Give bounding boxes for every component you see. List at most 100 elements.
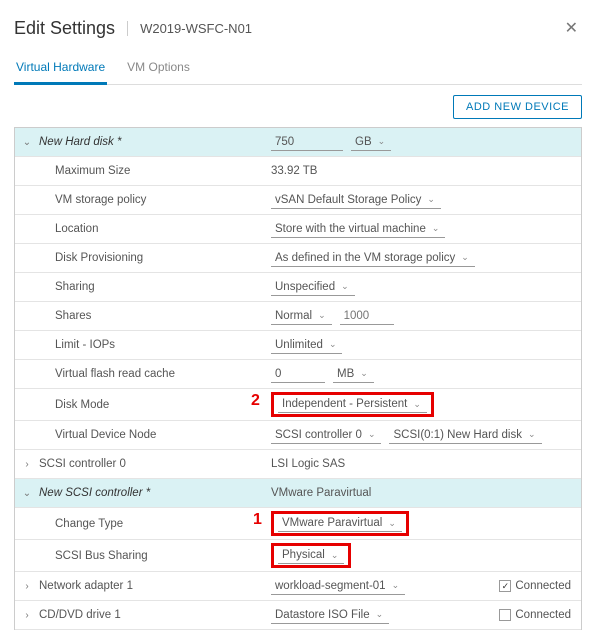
row-provisioning: Disk Provisioning As defined in the VM s… — [15, 244, 581, 273]
scsi0-label: SCSI controller 0 — [39, 458, 126, 470]
bus-sharing-label: SCSI Bus Sharing — [39, 550, 148, 562]
net1-select[interactable]: workload-segment-01 ⌄ — [271, 578, 405, 595]
chevron-down-icon[interactable]: ⌄ — [23, 137, 31, 148]
row-new-scsi-controller: ⌄ New SCSI controller * VMware Paravirtu… — [15, 479, 581, 508]
row-storage-policy: VM storage policy vSAN Default Storage P… — [15, 186, 581, 215]
location-label: Location — [39, 223, 98, 235]
row-scsi-controller-0: › SCSI controller 0 LSI Logic SAS — [15, 450, 581, 479]
change-type-select[interactable]: VMware Paravirtual ⌄ — [278, 515, 402, 532]
row-limit-iops: Limit - IOPs Unlimited⌄ — [15, 331, 581, 360]
shares-label: Shares — [39, 310, 91, 322]
tab-bar: Virtual Hardware VM Options — [14, 54, 582, 85]
cd1-select[interactable]: Datastore ISO File ⌄ — [271, 607, 389, 624]
new-scsi-label: New SCSI controller * — [39, 487, 150, 499]
tab-vm-options[interactable]: VM Options — [125, 54, 192, 84]
location-value: Store with the virtual machine — [275, 223, 426, 235]
close-icon[interactable]: ✕ — [561, 14, 582, 42]
maximum-size-label: Maximum Size — [39, 165, 130, 177]
flash-cache-input[interactable] — [271, 366, 325, 383]
row-maximum-size: Maximum Size 33.92 TB — [15, 157, 581, 186]
annotation-one: 1 — [253, 511, 262, 529]
net1-value: workload-segment-01 — [275, 580, 386, 592]
sharing-value: Unspecified — [275, 281, 335, 293]
change-type-value: VMware Paravirtual — [282, 517, 382, 529]
row-sharing: Sharing Unspecified⌄ — [15, 273, 581, 302]
disk-size-unit-select[interactable]: GB⌄ — [351, 134, 391, 151]
chevron-down-icon: ⌄ — [528, 429, 536, 440]
row-flash-cache: Virtual flash read cache MB ⌄ — [15, 360, 581, 389]
cd1-connected-label: Connected — [515, 609, 571, 621]
edit-settings-dialog: Edit Settings W2019-WSFC-N01 ✕ Virtual H… — [0, 0, 596, 636]
flash-cache-label: Virtual flash read cache — [39, 368, 175, 380]
shares-level-value: Normal — [275, 310, 312, 322]
limit-iops-label: Limit - IOPs — [39, 339, 115, 351]
header-left: Edit Settings W2019-WSFC-N01 — [14, 18, 252, 39]
vdn-controller-value: SCSI controller 0 — [275, 429, 362, 441]
storage-policy-select[interactable]: vSAN Default Storage Policy ⌄ — [271, 192, 441, 209]
location-select[interactable]: Store with the virtual machine ⌄ — [271, 221, 445, 238]
flash-cache-unit-select[interactable]: MB ⌄ — [333, 366, 374, 383]
chevron-down-icon: ⌄ — [388, 518, 396, 529]
tab-virtual-hardware[interactable]: Virtual Hardware — [14, 54, 107, 85]
storage-policy-label: VM storage policy — [39, 194, 146, 206]
row-new-hard-disk: ⌄ New Hard disk * GB⌄ — [15, 128, 581, 157]
row-shares: Shares Normal⌄ — [15, 302, 581, 331]
sharing-select[interactable]: Unspecified⌄ — [271, 279, 355, 296]
net1-label: Network adapter 1 — [39, 580, 133, 592]
new-scsi-value: VMware Paravirtual — [271, 487, 371, 499]
storage-policy-value: vSAN Default Storage Policy — [275, 194, 421, 206]
bus-sharing-value: Physical — [282, 549, 325, 561]
cd1-value: Datastore ISO File — [275, 609, 370, 621]
chevron-down-icon: ⌄ — [376, 609, 384, 620]
provisioning-label: Disk Provisioning — [39, 252, 143, 264]
cd1-connected-checkbox[interactable]: Connected — [499, 609, 571, 621]
dialog-title: Edit Settings — [14, 18, 115, 39]
row-disk-mode: Disk Mode 2 Independent - Persistent ⌄ — [15, 389, 581, 421]
highlight-bus-sharing: Physical ⌄ — [271, 543, 351, 568]
chevron-right-icon[interactable]: › — [25, 581, 28, 592]
vdn-slot-select[interactable]: SCSI(0:1) New Hard disk⌄ — [389, 427, 541, 444]
row-cd-dvd-drive-1: › CD/DVD drive 1 Datastore ISO File ⌄ Con… — [15, 601, 581, 630]
row-bus-sharing: SCSI Bus Sharing Physical ⌄ — [15, 540, 581, 572]
flash-cache-unit-value: MB — [337, 368, 354, 380]
row-change-type: Change Type 1 VMware Paravirtual ⌄ — [15, 508, 581, 540]
cd1-label: CD/DVD drive 1 — [39, 609, 121, 621]
annotation-two: 2 — [251, 392, 260, 410]
chevron-down-icon: ⌄ — [427, 194, 435, 205]
disk-mode-label: Disk Mode — [39, 399, 109, 411]
settings-list: ⌄ New Hard disk * GB⌄ Maximum Size 33.92… — [14, 127, 582, 630]
chevron-down-icon: ⌄ — [392, 580, 400, 591]
disk-size-input[interactable] — [271, 134, 343, 151]
chevron-down-icon[interactable]: ⌄ — [23, 488, 31, 499]
checkbox-unchecked-icon — [499, 609, 511, 621]
disk-mode-value: Independent - Persistent — [282, 398, 407, 410]
dialog-subtitle: W2019-WSFC-N01 — [127, 21, 252, 36]
provisioning-select[interactable]: As defined in the VM storage policy⌄ — [271, 250, 475, 267]
toolbar: ADD NEW DEVICE — [14, 85, 582, 127]
sharing-label: Sharing — [39, 281, 95, 293]
chevron-right-icon[interactable]: › — [25, 459, 28, 470]
chevron-down-icon: ⌄ — [432, 223, 440, 234]
chevron-down-icon: ⌄ — [378, 136, 386, 147]
chevron-down-icon: ⌄ — [331, 550, 339, 561]
chevron-right-icon[interactable]: › — [25, 610, 28, 621]
bus-sharing-select[interactable]: Physical ⌄ — [278, 547, 344, 564]
limit-iops-value: Unlimited — [275, 339, 323, 351]
chevron-down-icon: ⌄ — [360, 368, 368, 379]
change-type-label: Change Type — [39, 518, 123, 530]
row-virtual-device-node: Virtual Device Node SCSI controller 0⌄ S… — [15, 421, 581, 450]
shares-level-select[interactable]: Normal⌄ — [271, 308, 332, 325]
net1-connected-checkbox[interactable]: Connected — [499, 580, 571, 592]
net1-connected-label: Connected — [515, 580, 571, 592]
vdn-label: Virtual Device Node — [39, 429, 156, 441]
highlight-change-type: VMware Paravirtual ⌄ — [271, 511, 409, 536]
maximum-size-value: 33.92 TB — [271, 165, 317, 177]
vdn-controller-select[interactable]: SCSI controller 0⌄ — [271, 427, 381, 444]
highlight-disk-mode: Independent - Persistent ⌄ — [271, 392, 434, 417]
limit-iops-select[interactable]: Unlimited⌄ — [271, 337, 342, 354]
chevron-down-icon: ⌄ — [413, 399, 421, 410]
add-new-device-button[interactable]: ADD NEW DEVICE — [453, 95, 582, 119]
chevron-down-icon: ⌄ — [461, 252, 469, 263]
disk-mode-select[interactable]: Independent - Persistent ⌄ — [278, 396, 427, 413]
scsi0-value: LSI Logic SAS — [271, 458, 345, 470]
